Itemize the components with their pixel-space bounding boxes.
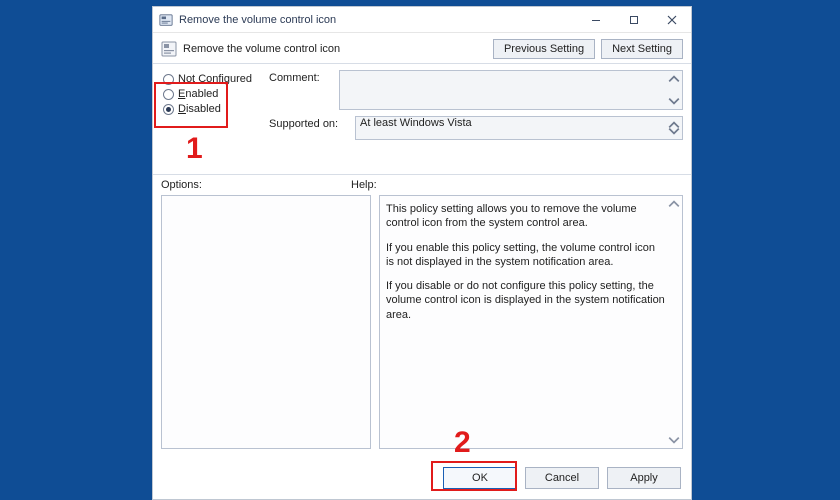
radio-disabled-label: Disabled <box>178 103 221 115</box>
options-label: Options: <box>161 179 341 191</box>
radio-not-configured[interactable]: Not Configured <box>163 73 263 85</box>
next-setting-button[interactable]: Next Setting <box>601 39 683 59</box>
help-label: Help: <box>351 179 683 191</box>
chevron-down-icon[interactable] <box>668 434 680 446</box>
comment-field[interactable] <box>339 70 683 110</box>
previous-setting-label: Previous Setting <box>504 43 584 55</box>
header-row: Remove the volume control icon Previous … <box>161 39 683 59</box>
titlebar: Remove the volume control icon <box>153 7 691 33</box>
pane-labels: Options: Help: <box>161 179 683 191</box>
comment-row: Comment: <box>269 70 683 110</box>
help-paragraph: If you enable this policy setting, the v… <box>386 241 666 270</box>
radio-enabled-label: Enabled <box>178 88 218 100</box>
policy-title: Remove the volume control icon <box>183 43 340 55</box>
radio-disabled[interactable]: Disabled <box>163 103 263 115</box>
comment-label: Comment: <box>269 70 333 110</box>
chevron-down-icon[interactable] <box>668 125 680 137</box>
supported-value: At least Windows Vista <box>356 115 476 131</box>
app-icon <box>159 13 173 27</box>
next-setting-label: Next Setting <box>612 43 672 55</box>
cancel-button-label: Cancel <box>545 472 579 484</box>
chevron-up-icon[interactable] <box>668 73 680 85</box>
minimize-button[interactable] <box>577 7 615 33</box>
dialog-button-row: OK Cancel Apply <box>443 467 681 489</box>
maximize-button[interactable] <box>615 7 653 33</box>
help-paragraph: If you disable or do not configure this … <box>386 279 666 322</box>
ok-button[interactable]: OK <box>443 467 517 489</box>
divider <box>153 174 691 175</box>
window-title: Remove the volume control icon <box>179 14 336 26</box>
policy-icon <box>161 41 177 57</box>
apply-button-label: Apply <box>630 472 658 484</box>
previous-setting-button[interactable]: Previous Setting <box>493 39 595 59</box>
radio-icon <box>163 104 174 115</box>
supported-row: Supported on: At least Windows Vista <box>269 116 683 140</box>
cancel-button[interactable]: Cancel <box>525 467 599 489</box>
radio-icon <box>163 74 174 85</box>
radio-enabled[interactable]: Enabled <box>163 88 263 100</box>
window-content: Remove the volume control icon Previous … <box>153 33 691 499</box>
comment-value <box>340 69 348 85</box>
close-button[interactable] <box>653 7 691 33</box>
options-pane <box>161 195 371 449</box>
chevron-up-icon[interactable] <box>668 198 680 210</box>
state-section: Not Configured Enabled Disabled Comment: <box>161 70 683 166</box>
help-pane: This policy setting allows you to remove… <box>379 195 683 449</box>
panes-row: This policy setting allows you to remove… <box>161 195 683 449</box>
radio-not-configured-label: Not Configured <box>178 73 252 85</box>
policy-state-radiogroup: Not Configured Enabled Disabled <box>163 70 263 118</box>
apply-button[interactable]: Apply <box>607 467 681 489</box>
divider <box>153 63 691 64</box>
radio-icon <box>163 89 174 100</box>
chevron-down-icon[interactable] <box>668 95 680 107</box>
ok-button-label: OK <box>472 472 488 484</box>
supported-label: Supported on: <box>269 116 349 140</box>
supported-field: At least Windows Vista <box>355 116 683 140</box>
policy-editor-window: Remove the volume control icon Remove th… <box>152 6 692 500</box>
help-paragraph: This policy setting allows you to remove… <box>386 202 666 231</box>
